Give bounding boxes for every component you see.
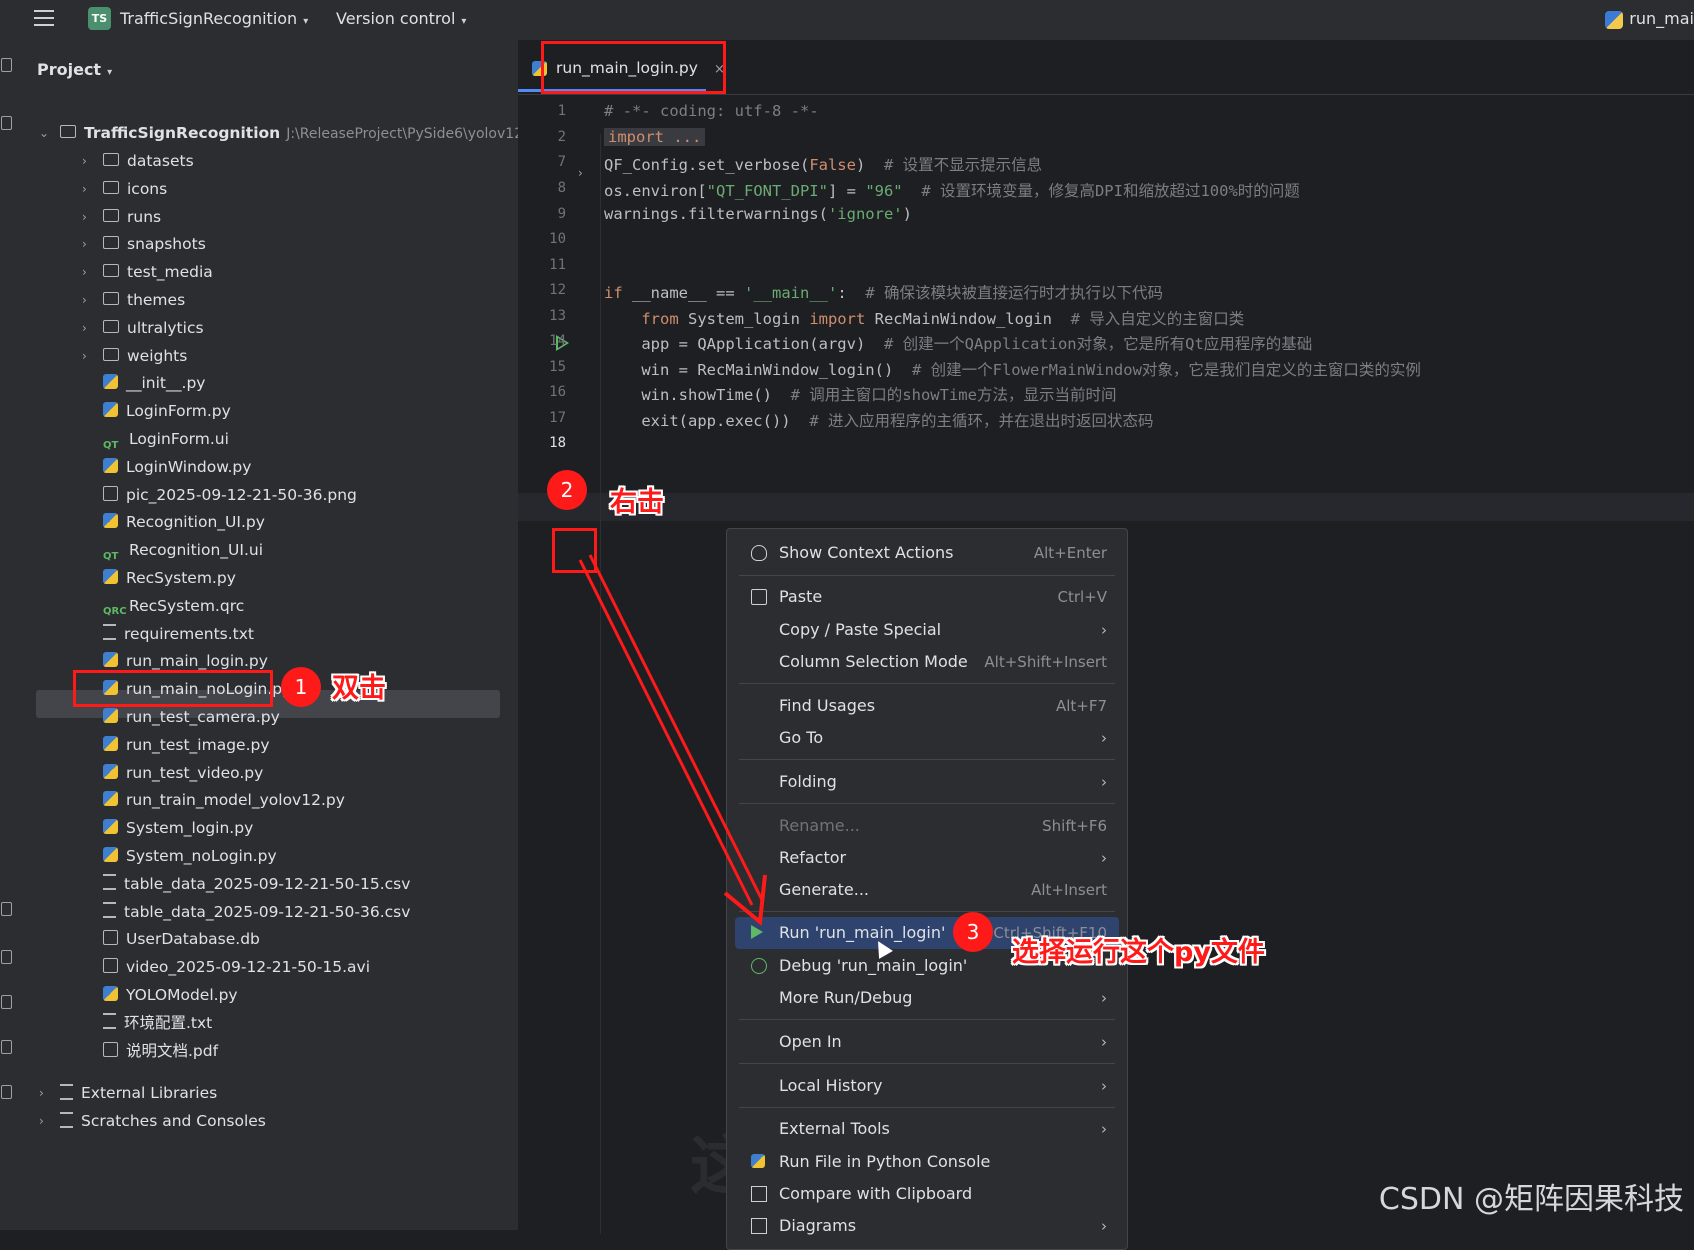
arrow-line-b [588, 554, 764, 901]
annotation-arrow [578, 554, 767, 926]
arrow-head [723, 874, 767, 926]
watermark: CSDN @矩阵因果科技 [1378, 1182, 1684, 1217]
arrow-line-a [578, 559, 754, 906]
